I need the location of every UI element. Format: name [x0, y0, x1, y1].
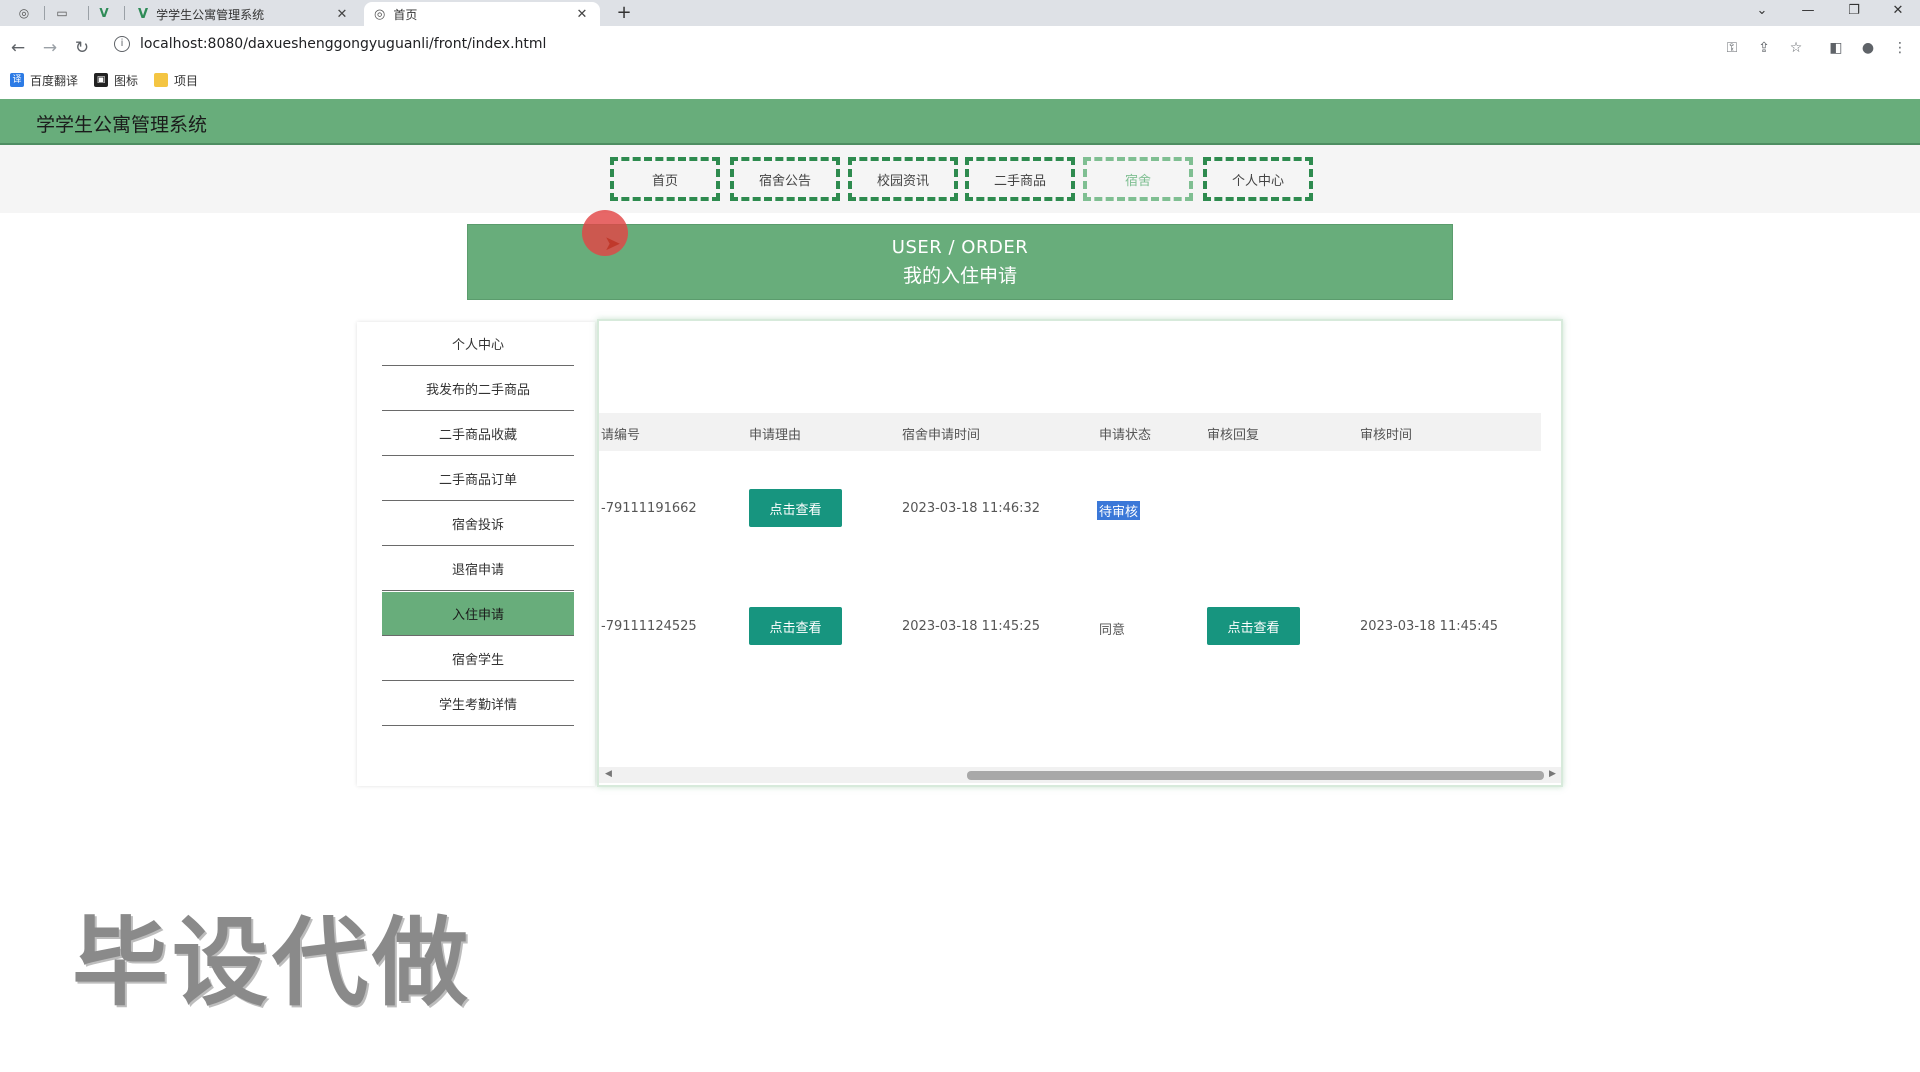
new-tab-button[interactable]: +	[612, 3, 636, 23]
bookmark-item[interactable]: ▣ 图标	[94, 72, 138, 89]
application-id: -79111191662	[601, 501, 697, 516]
column-header: 请编号	[601, 428, 641, 443]
tab-title: 学学生公寓管理系统	[156, 7, 265, 22]
blank-page-icon[interactable]: ▭	[50, 3, 74, 23]
view-reason-button[interactable]: 点击查看	[749, 489, 842, 527]
column-header: 申请状态	[1099, 428, 1152, 443]
horizontal-scrollbar[interactable]: ◀ ▶	[599, 767, 1561, 783]
watermark-text: 毕设代做	[72, 907, 472, 1019]
restore-icon[interactable]: ❐	[1834, 0, 1874, 22]
tab-title: 首页	[393, 7, 418, 22]
status-badge: 待审核	[1097, 501, 1141, 520]
column-header: 审核时间	[1360, 428, 1413, 443]
column-header: 宿舍申请时间	[902, 428, 981, 443]
more-menu-icon[interactable]: ⋮	[1890, 38, 1910, 58]
apply-time: 2023-03-18 11:46:32	[902, 501, 1041, 516]
menu-dorm-complaint[interactable]: 宿舍投诉	[382, 502, 574, 546]
key-icon[interactable]: ⚿	[1722, 38, 1742, 58]
close-window-icon[interactable]: ✕	[1878, 0, 1918, 22]
nav-second-hand[interactable]: 二手商品	[965, 157, 1075, 201]
back-icon[interactable]: ←	[6, 36, 30, 60]
minimize-icon[interactable]: —	[1788, 0, 1828, 22]
image-icon: ▣	[94, 73, 109, 87]
forward-icon[interactable]: →	[38, 36, 62, 60]
profile-icon[interactable]: ●	[1858, 38, 1878, 58]
star-icon[interactable]: ☆	[1786, 38, 1806, 58]
nav-personal-center[interactable]: 个人中心	[1203, 157, 1313, 201]
bookmark-label: 图标	[114, 73, 139, 88]
folder-icon	[154, 73, 169, 87]
vue-logo-icon[interactable]: V	[92, 3, 116, 23]
info-icon[interactable]: i	[114, 36, 130, 52]
menu-checkout-application[interactable]: 退宿申请	[382, 547, 574, 591]
bookmark-label: 项目	[174, 73, 199, 88]
menu-my-second-hand[interactable]: 我发布的二手商品	[382, 367, 574, 411]
column-header: 审核回复	[1207, 428, 1260, 443]
review-time: 2023-03-18 11:45:45	[1360, 619, 1499, 634]
tab-admin-system[interactable]: V 学学生公寓管理系统 ✕	[128, 2, 360, 26]
banner-title: 我的入住申请	[902, 265, 1017, 287]
status-badge: 同意	[1099, 623, 1126, 638]
site-header: 学学生公寓管理系统	[0, 99, 1920, 145]
apply-time: 2023-03-18 11:45:25	[902, 619, 1041, 634]
nav-dorm[interactable]: 宿舍	[1083, 157, 1193, 201]
menu-personal-center[interactable]: 个人中心	[382, 322, 574, 366]
table-header: 请编号 申请理由 宿舍申请时间 申请状态 审核回复 审核时间	[599, 413, 1541, 451]
scrollbar-thumb[interactable]	[967, 771, 1544, 780]
nav-dorm-notice[interactable]: 宿舍公告	[730, 157, 840, 201]
application-id: -79111124525	[601, 619, 697, 634]
scroll-left-icon[interactable]: ◀	[605, 769, 612, 779]
bookmark-label: 百度翻译	[30, 73, 79, 88]
globe-icon[interactable]: ◎	[12, 3, 36, 23]
bookmark-item[interactable]: 译 百度翻译	[10, 72, 78, 89]
tab-search-chevron-icon[interactable]: ⌄	[1742, 0, 1782, 22]
menu-attendance-details[interactable]: 学生考勤详情	[382, 682, 574, 726]
bookmarks-bar: 译 百度翻译 ▣ 图标 项目	[0, 68, 1920, 92]
close-icon[interactable]: ✕	[574, 7, 590, 22]
tab-separator	[88, 6, 89, 20]
globe-icon: ◎	[374, 6, 386, 22]
user-side-menu: 个人中心 我发布的二手商品 二手商品收藏 二手商品订单 宿舍投诉 退宿申请 入住…	[357, 322, 595, 786]
translate-icon: 译	[10, 73, 24, 87]
view-reason-button[interactable]: 点击查看	[749, 607, 842, 645]
url-text: localhost:8080/daxueshenggongyuguanli/fr…	[140, 36, 547, 52]
mouse-pointer-icon: ➤	[604, 231, 621, 255]
menu-dorm-students[interactable]: 宿舍学生	[382, 637, 574, 681]
bookmark-item[interactable]: 项目	[154, 72, 198, 89]
view-reply-button[interactable]: 点击查看	[1207, 607, 1300, 645]
main-nav: 首页 宿舍公告 校园资讯 二手商品 宿舍 个人中心	[0, 145, 1920, 213]
reload-icon[interactable]: ↻	[70, 36, 94, 60]
browser-tab-strip: ◎ ▭ V V 学学生公寓管理系统 ✕ ◎ 首页 ✕ + ⌄ — ❐ ✕	[0, 0, 1920, 26]
vue-logo-icon: V	[138, 6, 149, 22]
side-panel-icon[interactable]: ◧	[1826, 38, 1846, 58]
tab-separator	[44, 6, 45, 20]
close-icon[interactable]: ✕	[334, 7, 350, 22]
column-header: 申请理由	[749, 428, 802, 443]
nav-home[interactable]: 首页	[610, 157, 720, 201]
tab-separator	[124, 6, 125, 20]
address-bar[interactable]: i localhost:8080/daxueshenggongyuguanli/…	[106, 30, 1882, 58]
menu-checkin-application[interactable]: 入住申请	[382, 592, 574, 636]
menu-second-hand-orders[interactable]: 二手商品订单	[382, 457, 574, 501]
browser-toolbar: ← → ↻ i localhost:8080/daxueshenggongyug…	[0, 26, 1920, 70]
nav-campus-news[interactable]: 校园资讯	[848, 157, 958, 201]
share-icon[interactable]: ⇪	[1754, 38, 1774, 58]
menu-second-hand-favorites[interactable]: 二手商品收藏	[382, 412, 574, 456]
tab-home[interactable]: ◎ 首页 ✕	[364, 2, 600, 26]
application-table-panel: 请编号 申请理由 宿舍申请时间 申请状态 审核回复 审核时间 -79111191…	[597, 319, 1563, 787]
scroll-right-icon[interactable]: ▶	[1549, 769, 1556, 779]
site-title: 学学生公寓管理系统	[36, 114, 208, 136]
